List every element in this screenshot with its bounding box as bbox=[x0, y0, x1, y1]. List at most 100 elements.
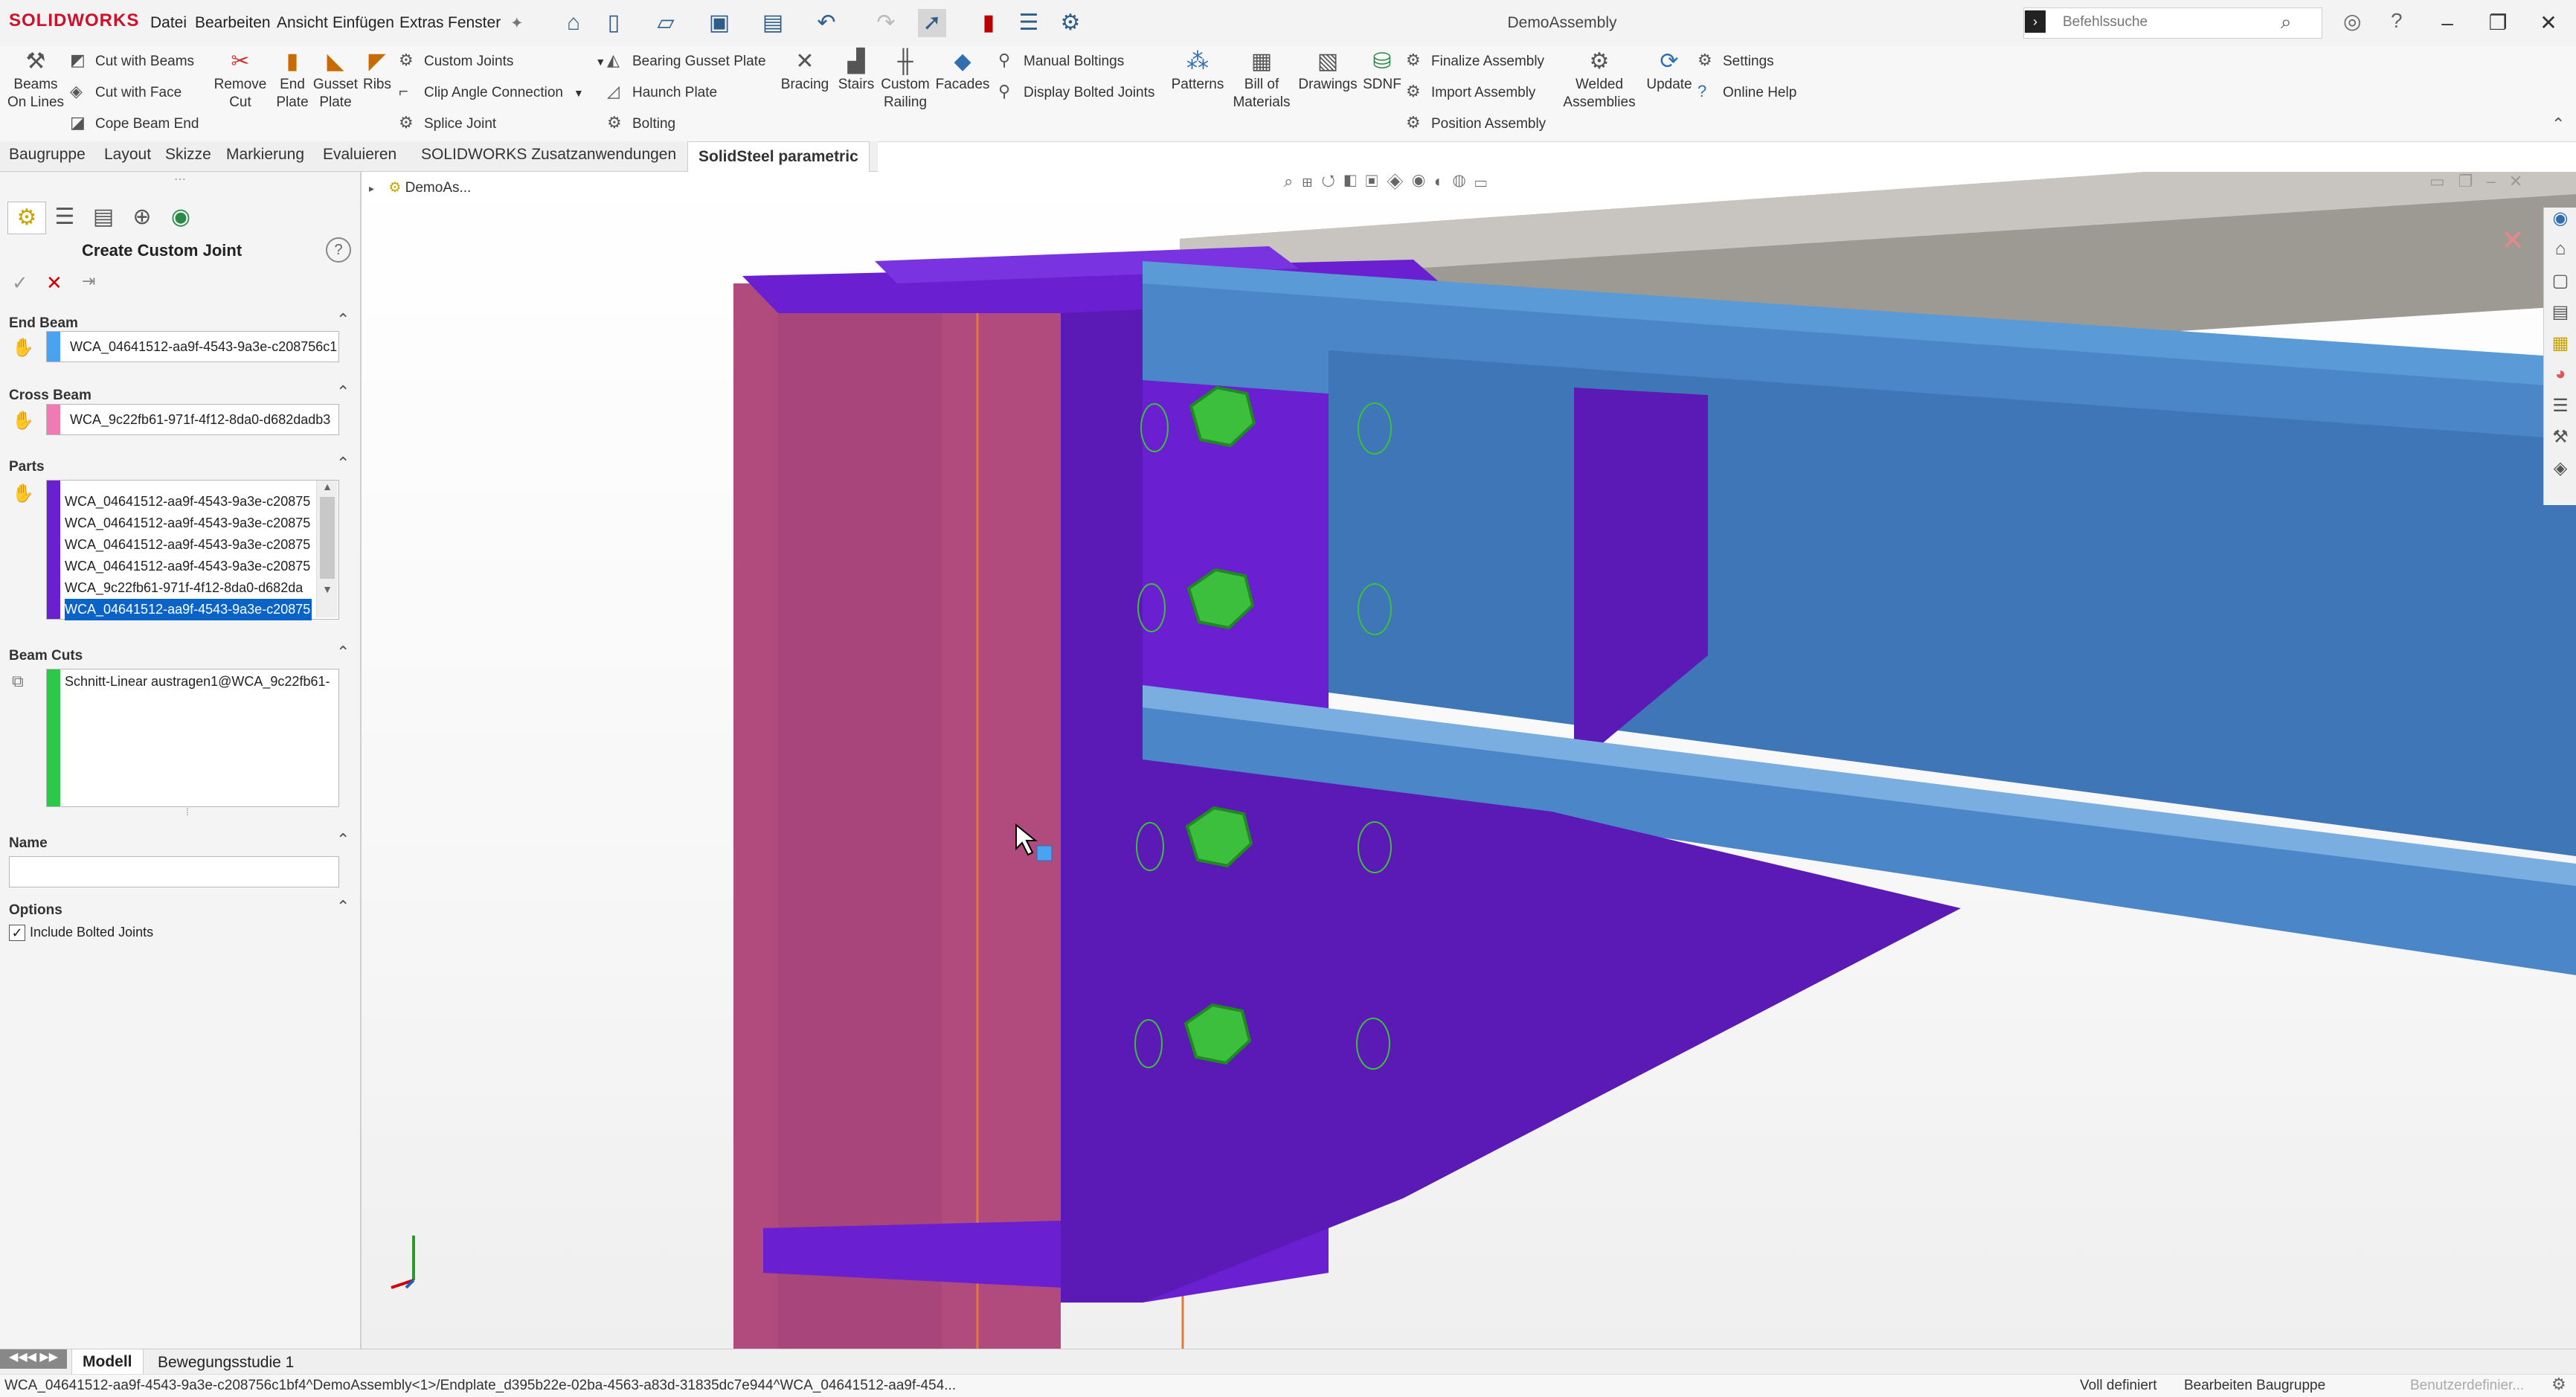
finalize-assembly-button[interactable]: ⚙ Finalize Assembly bbox=[1406, 51, 1544, 70]
scenes-icon[interactable]: ◕ bbox=[2544, 364, 2576, 395]
file-properties-icon[interactable]: ☰ bbox=[1015, 9, 1043, 37]
include-bolted-checkbox[interactable]: ✓ bbox=[9, 925, 25, 941]
solidsteel-icon[interactable]: ⚒ bbox=[2544, 426, 2576, 457]
zoom-area-icon[interactable]: ⊞ bbox=[1302, 172, 1321, 190]
list-item[interactable]: WCA_04641512-aa9f-4543-9a3e-c20875 bbox=[65, 491, 310, 513]
3d-view-icon[interactable]: ◈ bbox=[2544, 457, 2576, 489]
tab-modell[interactable]: Modell bbox=[71, 1349, 144, 1375]
appearance-icon[interactable]: ◐ bbox=[1434, 172, 1453, 190]
menu-bearbeiten[interactable]: Bearbeiten bbox=[195, 14, 271, 32]
resize-grip-icon[interactable]: ⁞ bbox=[186, 806, 189, 818]
haunch-plate-button[interactable]: ◿ Haunch Plate bbox=[607, 82, 717, 101]
patterns-button[interactable]: ⁂ Patterns bbox=[1165, 49, 1230, 94]
feature-manager-tab-icon[interactable]: ⚙ bbox=[7, 202, 46, 234]
list-item[interactable]: WCA_9c22fb61-971f-4f12-8da0-d682da bbox=[65, 577, 310, 599]
scroll-down-icon[interactable]: ▼ bbox=[317, 583, 338, 595]
viewport-maximize-icon[interactable]: – bbox=[2487, 172, 2509, 190]
menu-datei[interactable]: Datei bbox=[150, 14, 187, 32]
print-icon[interactable]: ▤ bbox=[759, 9, 787, 37]
display-bolted-joints-button[interactable]: ⚲ Display Bolted Joints bbox=[998, 82, 1154, 101]
sdnf-button[interactable]: ⛁ SDNF bbox=[1358, 49, 1406, 94]
cross-beam-field[interactable]: WCA_9c22fb61-971f-4f12-8da0-d682dadb3 bbox=[46, 404, 339, 435]
tab-baugruppe[interactable]: Baugruppe bbox=[9, 146, 86, 164]
undo-icon[interactable]: ↶ bbox=[812, 9, 841, 37]
custom-railing-button[interactable]: ╫ Custom Railing bbox=[878, 49, 933, 112]
heads-up-view-toolbar[interactable]: ⌕⊞↺◧▣◈◉◐◍▭ bbox=[1284, 172, 1496, 197]
viewport-restore-icon[interactable]: ❐ bbox=[2458, 172, 2487, 190]
beams-on-lines-button[interactable]: ⚒ Beams On Lines bbox=[4, 49, 67, 112]
tree-root-label[interactable]: DemoAs... bbox=[405, 180, 472, 196]
facades-button[interactable]: ◆ Facades bbox=[933, 49, 992, 94]
remove-cut-button[interactable]: ✂ Remove Cut bbox=[210, 49, 271, 112]
list-item[interactable]: WCA_04641512-aa9f-4543-9a3e-c20875 bbox=[65, 534, 310, 556]
minimize-button[interactable]: – bbox=[2426, 6, 2468, 40]
help-icon[interactable]: ? bbox=[2391, 9, 2403, 33]
3d-model-view[interactable] bbox=[362, 172, 2576, 1349]
view-orientation-icon[interactable]: ▣ bbox=[1366, 172, 1387, 190]
tab-layout[interactable]: Layout bbox=[104, 146, 151, 164]
joint-name-input[interactable] bbox=[9, 856, 339, 887]
clip-angle-connection-button[interactable]: ⌐ Clip Angle Connection ▼ bbox=[399, 82, 584, 101]
tab-evaluieren[interactable]: Evaluieren bbox=[323, 146, 396, 164]
command-search[interactable] bbox=[2023, 7, 2322, 39]
list-item[interactable]: Schnitt-Linear austragen1@WCA_9c22fb61- bbox=[65, 671, 333, 693]
menu-ansicht[interactable]: Ansicht bbox=[277, 14, 328, 32]
collapse-ribbon-icon[interactable]: ⌃ bbox=[2551, 115, 2565, 134]
section-view-icon[interactable]: ◧ bbox=[1344, 172, 1366, 190]
cut-with-beams-button[interactable]: ◩ Cut with Beams bbox=[70, 51, 194, 70]
file-explorer-icon[interactable]: ▢ bbox=[2544, 270, 2576, 301]
hide-show-icon[interactable]: ◉ bbox=[1412, 172, 1433, 190]
display-manager-tab-icon[interactable]: ◉ bbox=[162, 202, 199, 233]
options-collapse-icon[interactable]: ⌃ bbox=[336, 897, 350, 916]
parts-collapse-icon[interactable]: ⌃ bbox=[336, 454, 350, 473]
custom-properties-icon[interactable]: ☰ bbox=[2544, 395, 2576, 426]
graphics-area[interactable]: ▸ ⚙ DemoAs... ⌕⊞↺◧▣◈◉◐◍▭ ▭❐–✕ ✕ ◉ ⌂ ▢ ▤ … bbox=[362, 172, 2576, 1349]
scene-icon[interactable]: ◍ bbox=[1453, 172, 1474, 190]
ok-check-icon[interactable]: ✓ bbox=[12, 272, 28, 295]
viewport-close-icon[interactable]: ✕ bbox=[2509, 172, 2536, 190]
settings-button[interactable]: ⚙ Settings bbox=[1697, 51, 1774, 70]
redo-icon[interactable]: ↷ bbox=[872, 9, 900, 37]
menu-einfuegen[interactable]: Einfügen bbox=[333, 14, 394, 32]
list-item[interactable]: WCA_04641512-aa9f-4543-9a3e-c20875 bbox=[65, 556, 310, 577]
traffic-light-icon[interactable]: ▮ bbox=[974, 9, 1003, 37]
display-style-icon[interactable]: ◈ bbox=[1387, 172, 1412, 190]
cancel-x-icon[interactable]: ✕ bbox=[46, 272, 62, 295]
tab-scroll-controls[interactable]: ◀◀◀ ▶▶ bbox=[0, 1349, 67, 1369]
search-magnifier-icon[interactable]: ⌕ bbox=[2281, 10, 2292, 34]
stairs-button[interactable]: ▟ Stairs bbox=[832, 49, 881, 94]
panel-splitter-handle[interactable]: ⋯ bbox=[0, 172, 360, 194]
bearing-gusset-plate-button[interactable]: ◭ Bearing Gusset Plate bbox=[607, 51, 766, 70]
beam-cuts-list[interactable]: Schnitt-Linear austragen1@WCA_9c22fb61- bbox=[46, 669, 339, 807]
online-help-button[interactable]: ? Online Help bbox=[1697, 82, 1796, 101]
splice-joint-button[interactable]: ⚙ Splice Joint bbox=[399, 113, 496, 132]
position-assembly-button[interactable]: ⚙ Position Assembly bbox=[1406, 113, 1546, 132]
property-manager-tab-icon[interactable]: ☰ bbox=[46, 202, 83, 233]
user-account-icon[interactable]: ◎ bbox=[2343, 9, 2361, 33]
solidworks-resources-icon[interactable]: ◉ bbox=[2544, 208, 2576, 239]
feature-tree-flyout[interactable]: ▸ ⚙ DemoAs... bbox=[369, 179, 471, 196]
tab-zusatzanwendungen[interactable]: SOLIDWORKS Zusatzanwendungen bbox=[421, 146, 676, 164]
tab-skizze[interactable]: Skizze bbox=[165, 146, 211, 164]
options-gear-icon[interactable]: ⚙ bbox=[1056, 9, 1085, 37]
view-settings-icon[interactable]: ▭ bbox=[1474, 172, 1496, 190]
home-icon[interactable]: ⌂ bbox=[559, 9, 588, 37]
status-settings-icon[interactable]: ⚙ bbox=[2551, 1375, 2566, 1394]
tab-solidsteel-parametric[interactable]: SolidSteel parametric bbox=[687, 141, 870, 172]
restore-button[interactable]: ❐ bbox=[2477, 6, 2519, 40]
select-pointer-icon[interactable]: ➚ bbox=[918, 9, 946, 37]
save-icon[interactable]: ▣ bbox=[705, 9, 733, 37]
name-collapse-icon[interactable]: ⌃ bbox=[336, 830, 350, 850]
parts-list[interactable]: WCA_04641512-aa9f-4543-9a3e-c20875 WCA_0… bbox=[46, 480, 339, 620]
viewport-minimize-icon[interactable]: ▭ bbox=[2429, 172, 2458, 190]
welded-assemblies-button[interactable]: ⚙ Welded Assemblies bbox=[1561, 49, 1638, 112]
menu-fenster[interactable]: Fenster bbox=[448, 14, 501, 32]
exit-edit-icon[interactable]: ✕ bbox=[2501, 224, 2525, 257]
tab-bewegungsstudie[interactable]: Bewegungsstudie 1 bbox=[158, 1354, 294, 1372]
cope-beam-end-button[interactable]: ◪ Cope Beam End bbox=[70, 113, 199, 132]
view-palette-icon[interactable]: ▤ bbox=[2544, 301, 2576, 333]
end-beam-collapse-icon[interactable]: ⌃ bbox=[336, 310, 350, 330]
new-document-icon[interactable]: ▯ bbox=[600, 9, 628, 37]
manual-boltings-button[interactable]: ⚲ Manual Boltings bbox=[998, 51, 1124, 70]
tab-markierung[interactable]: Markierung bbox=[226, 146, 304, 164]
